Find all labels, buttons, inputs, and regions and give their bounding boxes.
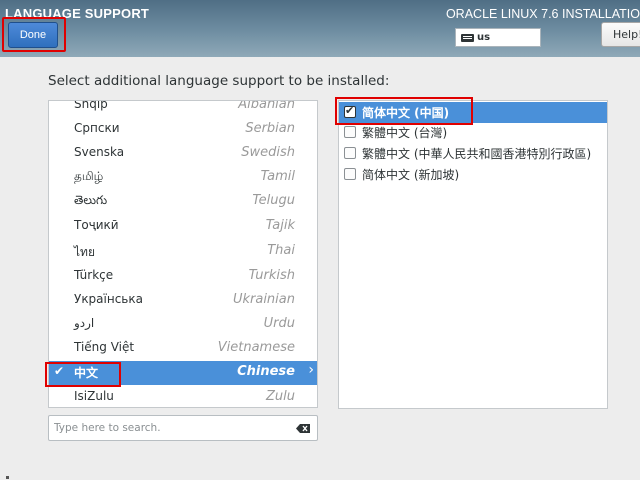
- language-english-name: Serbian: [245, 121, 295, 136]
- language-english-name: Tajik: [265, 218, 295, 233]
- language-row[interactable]: IsiZulu Zulu: [49, 386, 317, 407]
- instruction-text: Select additional language support to be…: [48, 73, 390, 89]
- done-highlight-box: [2, 17, 66, 52]
- language-english-name: Tamil: [260, 169, 295, 184]
- language-row[interactable]: ไทย Thai: [49, 240, 317, 264]
- language-row[interactable]: தமிழ் Tamil: [49, 166, 317, 190]
- header-bar: LANGUAGE SUPPORT ORACLE LINUX 7.6 INSTAL…: [0, 0, 640, 57]
- language-english-name: Urdu: [263, 316, 295, 331]
- language-row[interactable]: اردو Urdu: [49, 313, 317, 337]
- language-native-name: Тоҷикӣ: [74, 218, 119, 232]
- language-english-name: Thai: [267, 243, 295, 258]
- language-native-name: తెలుగు: [74, 193, 108, 207]
- locale-checkbox[interactable]: [344, 168, 356, 180]
- locale-row[interactable]: 繁體中文 (中華人民共和國香港特別行政區): [339, 143, 607, 164]
- locale-label: 繁體中文 (台灣): [362, 126, 448, 140]
- search-box[interactable]: [48, 415, 318, 441]
- language-native-name: Српски: [74, 121, 120, 135]
- locale-list[interactable]: ✔ 简体中文 (中国) 繁體中文 (台灣) 繁體中文 (中華人民共和國香港特別行政區)…: [338, 100, 608, 409]
- chevron-right-icon: ›: [308, 362, 314, 378]
- language-native-name: தமிழ்: [74, 169, 104, 183]
- language-row[interactable]: Türkçe Turkish: [49, 265, 317, 289]
- language-row[interactable]: Српски Serbian: [49, 118, 317, 142]
- language-english-name: Vietnamese: [217, 340, 295, 355]
- language-row[interactable]: Shqip Albanian: [49, 100, 317, 118]
- help-button[interactable]: Help!: [601, 22, 640, 47]
- keyboard-layout-label: us: [477, 32, 491, 43]
- locale-label: 繁體中文 (中華人民共和國香港特別行政區): [362, 147, 592, 161]
- keyboard-icon: [461, 34, 474, 42]
- language-native-name: Українська: [74, 292, 143, 306]
- language-native-name: Shqip: [74, 100, 108, 111]
- keyboard-layout-indicator[interactable]: us: [455, 28, 541, 47]
- language-english-name: Ukrainian: [232, 292, 295, 307]
- language-native-name: Türkçe: [74, 268, 114, 282]
- locale-row[interactable]: 简体中文 (新加坡): [339, 164, 607, 185]
- clear-search-icon[interactable]: [296, 424, 310, 433]
- corner-mark: [6, 476, 9, 479]
- language-row[interactable]: Українська Ukrainian: [49, 289, 317, 313]
- language-native-name: Svenska: [74, 145, 125, 159]
- language-english-name: Telugu: [252, 193, 295, 208]
- locale-checkbox[interactable]: [344, 126, 356, 138]
- language-row[interactable]: Tiếng Việt Vietnamese: [49, 337, 317, 361]
- language-native-name: ไทย: [74, 245, 95, 259]
- chinese-highlight-box: [45, 362, 121, 387]
- locale-highlight-box: [335, 97, 473, 125]
- language-native-name: IsiZulu: [74, 389, 114, 403]
- language-english-name: Zulu: [266, 389, 295, 404]
- language-native-name: Tiếng Việt: [74, 340, 135, 354]
- product-title: ORACLE LINUX 7.6 INSTALLATIO: [445, 7, 640, 21]
- language-english-name: Albanian: [238, 100, 295, 112]
- language-row[interactable]: తెలుగు Telugu: [49, 190, 317, 214]
- language-native-name: اردو: [74, 316, 95, 330]
- language-english-name: Chinese: [237, 364, 295, 379]
- language-english-name: Swedish: [241, 145, 295, 160]
- locale-row[interactable]: 繁體中文 (台灣): [339, 122, 607, 143]
- search-input[interactable]: [54, 419, 284, 437]
- locale-label: 简体中文 (新加坡): [362, 168, 460, 182]
- language-row[interactable]: Тоҷикӣ Tajik: [49, 215, 317, 239]
- locale-checkbox[interactable]: [344, 147, 356, 159]
- language-english-name: Turkish: [248, 268, 295, 283]
- language-row[interactable]: Svenska Swedish: [49, 142, 317, 166]
